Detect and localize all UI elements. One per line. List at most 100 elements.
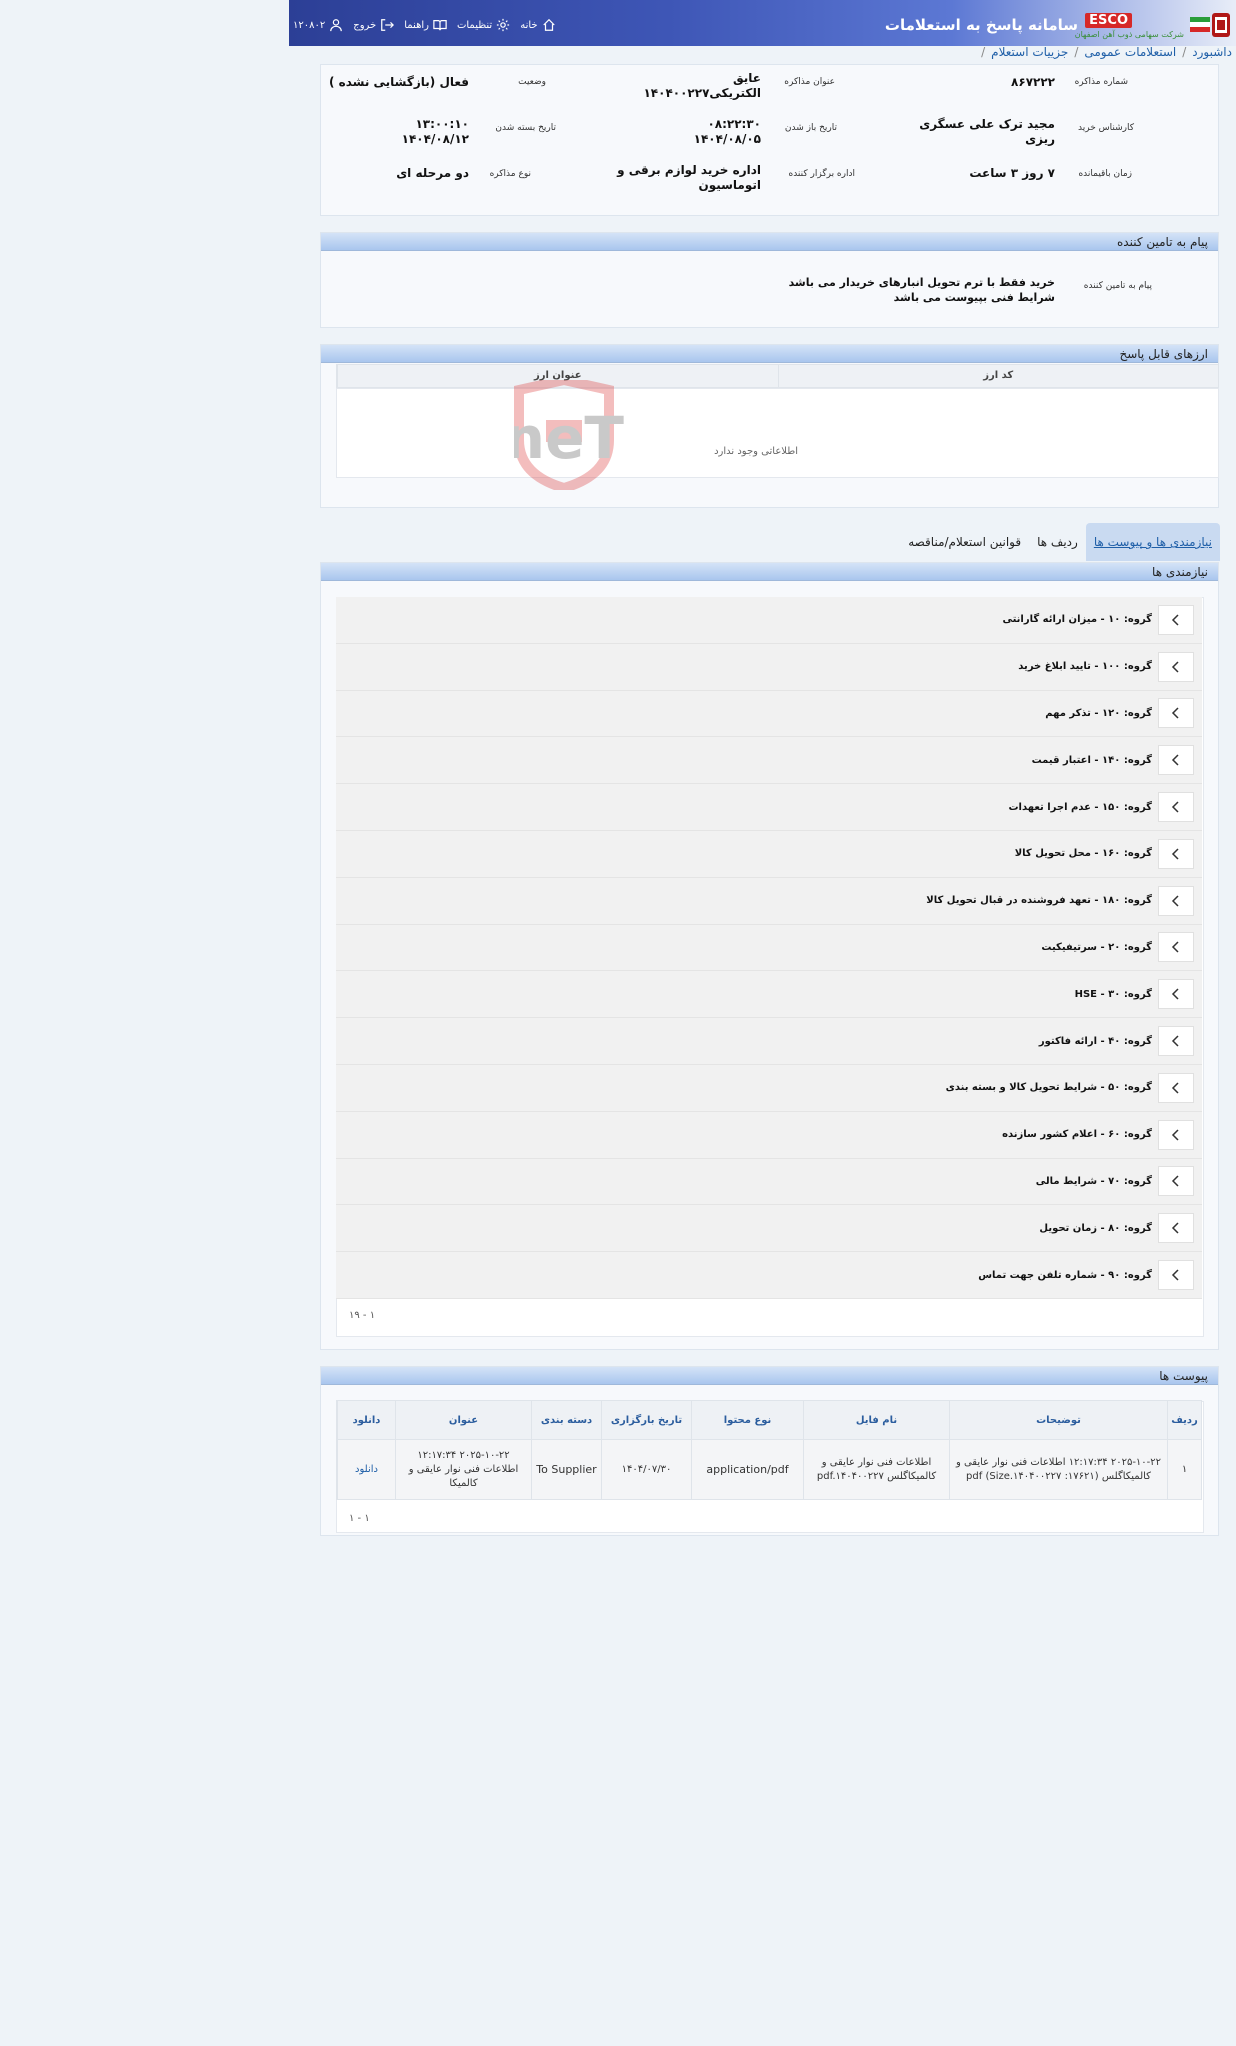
home-icon [542,18,555,31]
logout-button[interactable]: خروج [353,18,395,32]
tab-requirements-attachments[interactable]: نیازمندی ها و پیوست ها [1085,523,1220,561]
list-item[interactable]: گروه: ۱۸۰ - تعهد فروشنده در قبال تحویل ک… [336,877,1202,925]
group-label: گروه: ۳۰ - HSE [1074,988,1152,1000]
attachments-table: ردیف توضیحات نام فایل نوع محتوا تاریخ با… [336,1400,1202,1500]
user-icon [330,19,343,32]
negotiation-number: ۸۶۷۲۲۲ [1011,75,1055,89]
col-upload-date[interactable]: تاریخ بارگزاری [601,1401,691,1439]
list-item[interactable]: گروه: ۶۰ - اعلام کشور سازنده [336,1111,1202,1159]
settings-label: تنظیمات [456,19,493,31]
list-item[interactable]: گروه: ۱۲۰ - تذکر مهم [336,690,1202,738]
chevron-left-icon[interactable] [1158,1026,1194,1057]
user-id-item[interactable]: ۱۲۰۸۰۲ [293,18,343,32]
watermark: AriaTender.neT [136,374,984,494]
remaining-time-label: زمان باقیمانده [1078,169,1132,179]
watermark-text: AriaTender.neT [514,404,624,472]
buyer-expert-label: کارشناس خرید [1078,123,1134,133]
chevron-left-icon[interactable] [1158,1072,1194,1103]
close-date: ۱۴۰۴/۰۸/۱۲ [401,132,469,146]
attachment-title: ۲۰۲۵-۱۰-۲۲ ۱۲:۱۷:۳۴ اطلاعات فنی نوار عای… [395,1440,531,1499]
list-item[interactable]: گروه: ۵۰ - شرایط تحویل کالا و بسته بندی [336,1064,1202,1112]
list-item[interactable]: گروه: ۷۰ - شرایط مالی [336,1158,1202,1206]
chevron-left-icon[interactable] [1158,792,1194,823]
chevron-left-icon[interactable] [1158,1213,1194,1244]
settings-button[interactable]: تنظیمات [457,18,510,32]
organizer-line1: اداره خرید لوازم برقی و [617,163,761,177]
group-label: گروه: ۸۰ - زمان تحویل [1039,1222,1152,1234]
organizer-line2: اتوماسیون [698,178,761,192]
chevron-left-icon[interactable] [1158,1260,1194,1291]
app-header: ESCO شرکت سهامی ذوب آهن اصفهان سامانه پا… [289,0,1236,46]
attachments-title: پیوست ها [1159,1369,1208,1383]
group-label: گروه: ۹۰ - شماره تلفن جهت تماس [978,1269,1152,1281]
logout-label: خروج [353,19,377,31]
col-title[interactable]: عنوان [395,1401,531,1439]
chevron-left-icon[interactable] [1158,885,1194,916]
group-label: گروه: ۱۸۰ - تعهد فروشنده در قبال تحویل ک… [926,895,1152,907]
attachment-row-number: ۱ [1167,1440,1201,1499]
list-item[interactable]: گروه: ۴۰ - ارائه فاکتور [336,1018,1202,1065]
close-time: ۱۳:۰۰:۱۰ [415,117,469,131]
supplier-message-line2: شرایط فنی بپیوست می باشد [893,291,1055,304]
col-category[interactable]: دسته بندی [531,1401,601,1439]
user-id: ۱۲۰۸۰۲ [293,19,326,31]
breadcrumb-general-inquiries[interactable]: استعلامات عمومی [1084,45,1176,59]
list-item[interactable]: گروه: ۱۰ - میزان ارائه گارانتی [336,597,1202,644]
col-row[interactable]: ردیف [1167,1401,1201,1439]
top-nav: ۱۲۰۸۰۲ خروج راهنما تنظیمات خانه [293,18,556,32]
col-content-type[interactable]: نوع محتوا [691,1401,803,1439]
book-icon [433,20,447,31]
attachment-upload-date: ۱۴۰۴/۰۷/۳۰ [601,1440,691,1499]
open-date: ۱۴۰۴/۰۸/۰۵ [693,132,761,146]
tab-inquiry-rules[interactable]: قوانین استعلام/مناقصه [900,523,1029,561]
list-item[interactable]: گروه: ۱۵۰ - عدم اجرا تعهدات [336,784,1202,831]
supplier-message-title: پیام به تامین کننده [1117,235,1208,249]
list-item[interactable]: گروه: ۱۰۰ - تایید ابلاغ خرید [336,643,1202,691]
col-download[interactable]: دانلود [337,1401,395,1439]
breadcrumb-inquiry-details: جزییات استعلام [991,45,1069,59]
buyer-expert-line2: ریزی [1025,132,1055,146]
list-item[interactable]: گروه: ۱۴۰ - اعتبار قیمت [336,737,1202,785]
requirements-group-list: گروه: ۱۰ - میزان ارائه گارانتی گروه: ۱۰۰ … [336,597,1202,1299]
chevron-left-icon[interactable] [1158,651,1194,682]
negotiation-type: دو مرحله ای [396,166,469,180]
chevron-left-icon[interactable] [1158,745,1194,776]
download-link[interactable]: دانلود [337,1440,395,1499]
chevron-left-icon[interactable] [1158,1119,1194,1150]
group-label: گروه: ۵۰ - شرایط تحویل کالا و بسته بندی [945,1082,1152,1094]
currencies-title: ارزهای قابل پاسخ [1119,347,1208,361]
chevron-left-icon[interactable] [1158,838,1194,869]
details-panel: شماره مذاکره ۸۶۷۲۲۲ عنوان مذاکره عایق ال… [320,64,1219,216]
chevron-left-icon[interactable] [1158,698,1194,729]
chevron-left-icon[interactable] [1158,1166,1194,1197]
negotiation-type-label: نوع مذاکره [489,169,531,179]
table-row: ۱ ۲۰۲۵-۱۰-۲۲ ۱۲:۱۷:۳۴ اطلاعات فنی نوار ع… [336,1440,1202,1500]
chevron-left-icon[interactable] [1158,979,1194,1010]
col-description[interactable]: توضیحات [949,1401,1167,1439]
breadcrumb: داشبورد / استعلامات عمومی / جزییات استعل… [981,45,1232,59]
list-item[interactable]: گروه: ۸۰ - زمان تحویل [336,1205,1202,1253]
list-item[interactable]: گروه: ۱۶۰ - محل تحویل کالا [336,830,1202,878]
negotiation-title-label: عنوان مذاکره [784,77,835,87]
chevron-left-icon[interactable] [1158,604,1194,635]
guide-button[interactable]: راهنما [404,18,447,32]
attachments-pager: ۱ - ۱ [349,1513,370,1524]
chevron-left-icon[interactable] [1158,932,1194,963]
tab-rows[interactable]: ردیف ها [1029,523,1086,561]
open-date-label: تاریخ باز شدن [784,123,837,133]
open-time: ۰۸:۲۲:۳۰ [707,117,761,131]
list-item[interactable]: گروه: ۳۰ - HSE [336,971,1202,1019]
breadcrumb-dashboard[interactable]: داشبورد [1192,45,1232,59]
status-value: فعال (بازگشایی نشده ) [328,75,469,89]
attachments-table-header: ردیف توضیحات نام فایل نوع محتوا تاریخ با… [336,1400,1202,1440]
list-item[interactable]: گروه: ۹۰ - شماره تلفن جهت تماس [336,1252,1202,1299]
requirements-pager: ۱ - ۱۹ [349,1310,376,1321]
buyer-expert-line1: مجید ترک علی عسگری [919,117,1055,131]
esco-subtitle: شرکت سهامی ذوب آهن اصفهان [1074,30,1184,39]
list-item[interactable]: گروه: ۲۰ - سرتیفیکیت [336,924,1202,972]
negotiation-number-label: شماره مذاکره [1074,77,1128,87]
logout-icon [381,19,395,31]
col-filename[interactable]: نام فایل [803,1401,949,1439]
home-button[interactable]: خانه [520,18,555,32]
group-label: گروه: ۱۵۰ - عدم اجرا تعهدات [1008,801,1152,813]
